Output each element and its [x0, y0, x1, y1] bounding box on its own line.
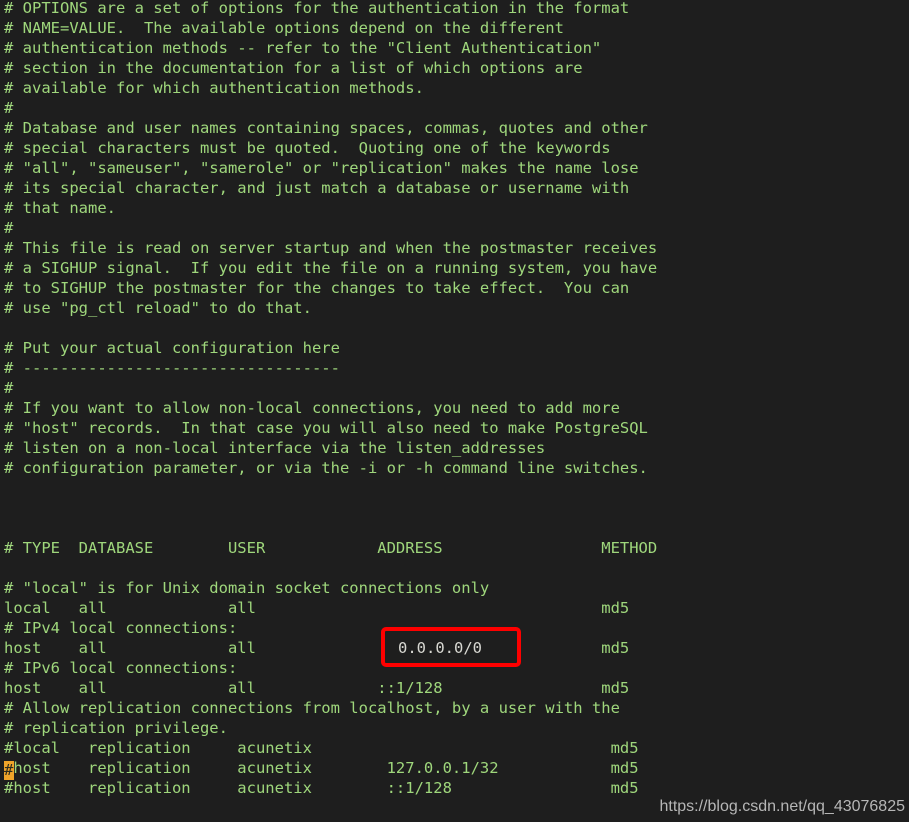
- text-line-8: # "all", "sameuser", "samerole" or "repl…: [4, 159, 639, 177]
- text-line-6: # Database and user names containing spa…: [4, 119, 648, 137]
- text-line-9: # its special character, and just match …: [4, 179, 630, 197]
- text-line-29: # "local" is for Unix domain socket conn…: [4, 579, 490, 597]
- text-line-20: # If you want to allow non-local connect…: [4, 399, 620, 417]
- text-line-12: # This file is read on server startup an…: [4, 239, 658, 257]
- text-line-36: # replication privilege.: [4, 719, 228, 737]
- text-line-11: #: [4, 219, 14, 237]
- text-line-15: # use "pg_ctl reload" to do that.: [4, 299, 312, 317]
- text-line-27: # TYPE DATABASE USER ADDRESS METHOD: [4, 539, 658, 557]
- text-line-0: # OPTIONS are a set of options for the a…: [4, 0, 630, 17]
- text-line-33: # IPv6 local connections:: [4, 659, 238, 677]
- csdn-watermark: https://blog.csdn.net/qq_43076825: [659, 798, 905, 815]
- text-line-2: # authentication methods -- refer to the…: [4, 39, 602, 57]
- text-line-1: # NAME=VALUE. The available options depe…: [4, 19, 564, 37]
- terminal-window[interactable]: # OPTIONS are a set of options for the a…: [0, 0, 909, 822]
- text-line-32: host all all md5: [4, 639, 630, 657]
- text-line-14: # to SIGHUP the postmaster for the chang…: [4, 279, 630, 297]
- text-line-39: #host replication acunetix ::1/128 md5: [4, 779, 639, 797]
- text-line-10: # that name.: [4, 199, 116, 217]
- text-line-13: # a SIGHUP signal. If you edit the file …: [4, 259, 658, 277]
- text-line-3: # section in the documentation for a lis…: [4, 59, 583, 77]
- text-line-5: #: [4, 99, 14, 117]
- text-line-31: # IPv4 local connections:: [4, 619, 238, 637]
- text-line-19: #: [4, 379, 14, 397]
- text-line-34: host all all ::1/128 md5: [4, 679, 630, 697]
- text-line-23: # configuration parameter, or via the -i…: [4, 459, 648, 477]
- text-line-38: #host replication acunetix 127.0.0.1/32 …: [4, 759, 639, 777]
- text-line-7: # special characters must be quoted. Quo…: [4, 139, 611, 157]
- text-line-22: # listen on a non-local interface via th…: [4, 439, 546, 457]
- text-line-4: # available for which authentication met…: [4, 79, 424, 97]
- text-line-37: #local replication acunetix md5: [4, 739, 639, 757]
- highlighted-address-value: 0.0.0.0/0: [398, 639, 482, 657]
- text-line-35: # Allow replication connections from loc…: [4, 699, 620, 717]
- cursor-glyph: #: [4, 761, 14, 779]
- text-cursor: #: [4, 761, 14, 780]
- text-line-21: # "host" records. In that case you will …: [4, 419, 648, 437]
- text-line-18: # ----------------------------------: [4, 359, 340, 377]
- text-line-17: # Put your actual configuration here: [4, 339, 340, 357]
- text-line-30: local all all md5: [4, 599, 630, 617]
